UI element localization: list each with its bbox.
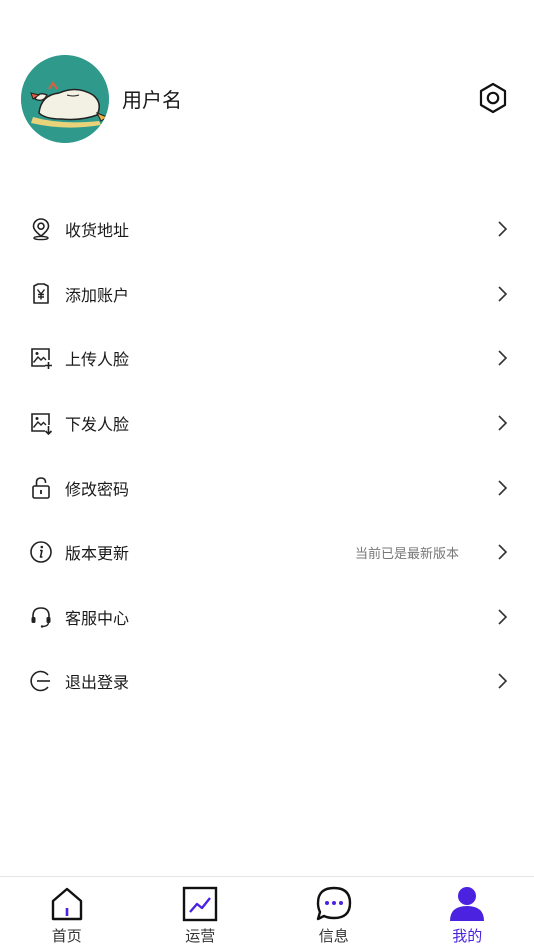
menu-item-upload-face[interactable]: 上传人脸 xyxy=(0,326,534,391)
version-status-text: 当前已是最新版本 xyxy=(354,546,459,562)
lock-icon xyxy=(29,476,53,500)
chevron-right-icon xyxy=(498,350,508,367)
bottom-tab-bar: 首页 运营 信息 我的 xyxy=(0,876,534,950)
menu-item-label: 版本更新 xyxy=(65,544,130,564)
menu-item-version-update[interactable]: 版本更新 当前已是最新版本 xyxy=(0,520,534,585)
tab-operations[interactable]: 运营 xyxy=(134,877,268,950)
avatar[interactable] xyxy=(21,55,109,143)
tab-mine[interactable]: 我的 xyxy=(401,877,534,950)
menu-item-label: 添加账户 xyxy=(65,285,130,305)
menu-item-issue-face[interactable]: 下发人脸 xyxy=(0,391,534,456)
menu-item-label: 下发人脸 xyxy=(65,415,130,435)
menu-item-label: 修改密码 xyxy=(65,479,130,499)
menu-item-customer-service[interactable]: 客服中心 xyxy=(0,585,534,650)
menu-item-label: 上传人脸 xyxy=(65,350,130,370)
user-icon xyxy=(448,885,486,923)
logout-icon xyxy=(29,669,53,693)
menu-item-label: 退出登录 xyxy=(65,673,130,693)
chevron-right-icon xyxy=(498,673,508,690)
chevron-right-icon xyxy=(498,609,508,625)
image-add-icon xyxy=(29,346,53,370)
tab-label: 我的 xyxy=(452,927,483,945)
menu-item-change-password[interactable]: 修改密码 xyxy=(0,455,534,520)
tab-home[interactable]: 首页 xyxy=(0,877,134,950)
menu-item-label: 收货地址 xyxy=(65,221,130,241)
tab-messages[interactable]: 信息 xyxy=(267,877,401,950)
settings-button[interactable] xyxy=(475,80,511,116)
hexagon-settings-icon xyxy=(479,82,507,114)
message-icon xyxy=(315,885,353,923)
headset-icon xyxy=(29,605,53,629)
chevron-right-icon xyxy=(498,221,508,237)
chevron-right-icon xyxy=(498,415,508,431)
menu-item-logout[interactable]: 退出登录 xyxy=(0,649,534,714)
menu-item-label: 客服中心 xyxy=(65,608,130,628)
chart-icon xyxy=(181,885,219,923)
image-download-icon xyxy=(29,411,53,436)
info-icon xyxy=(29,540,53,564)
chevron-right-icon xyxy=(498,544,508,560)
menu-item-shipping-address[interactable]: 收货地址 xyxy=(0,197,534,262)
profile-header: 用户名 xyxy=(0,0,534,190)
chevron-right-icon xyxy=(498,480,508,496)
menu-item-add-account[interactable]: 添加账户 xyxy=(0,262,534,327)
yen-tag-icon xyxy=(29,282,53,306)
location-pin-icon xyxy=(29,217,53,241)
tab-label: 信息 xyxy=(318,927,349,945)
tab-label: 首页 xyxy=(51,927,82,945)
home-icon xyxy=(48,885,86,923)
tab-label: 运营 xyxy=(185,927,216,945)
settings-menu: 收货地址 添加账户 上传人脸 下发人脸 修改密码 版本更新 当前已是最新版本 客… xyxy=(0,197,534,714)
username: 用户名 xyxy=(122,88,182,112)
avatar-illustration-icon xyxy=(21,55,109,143)
chevron-right-icon xyxy=(498,286,508,302)
